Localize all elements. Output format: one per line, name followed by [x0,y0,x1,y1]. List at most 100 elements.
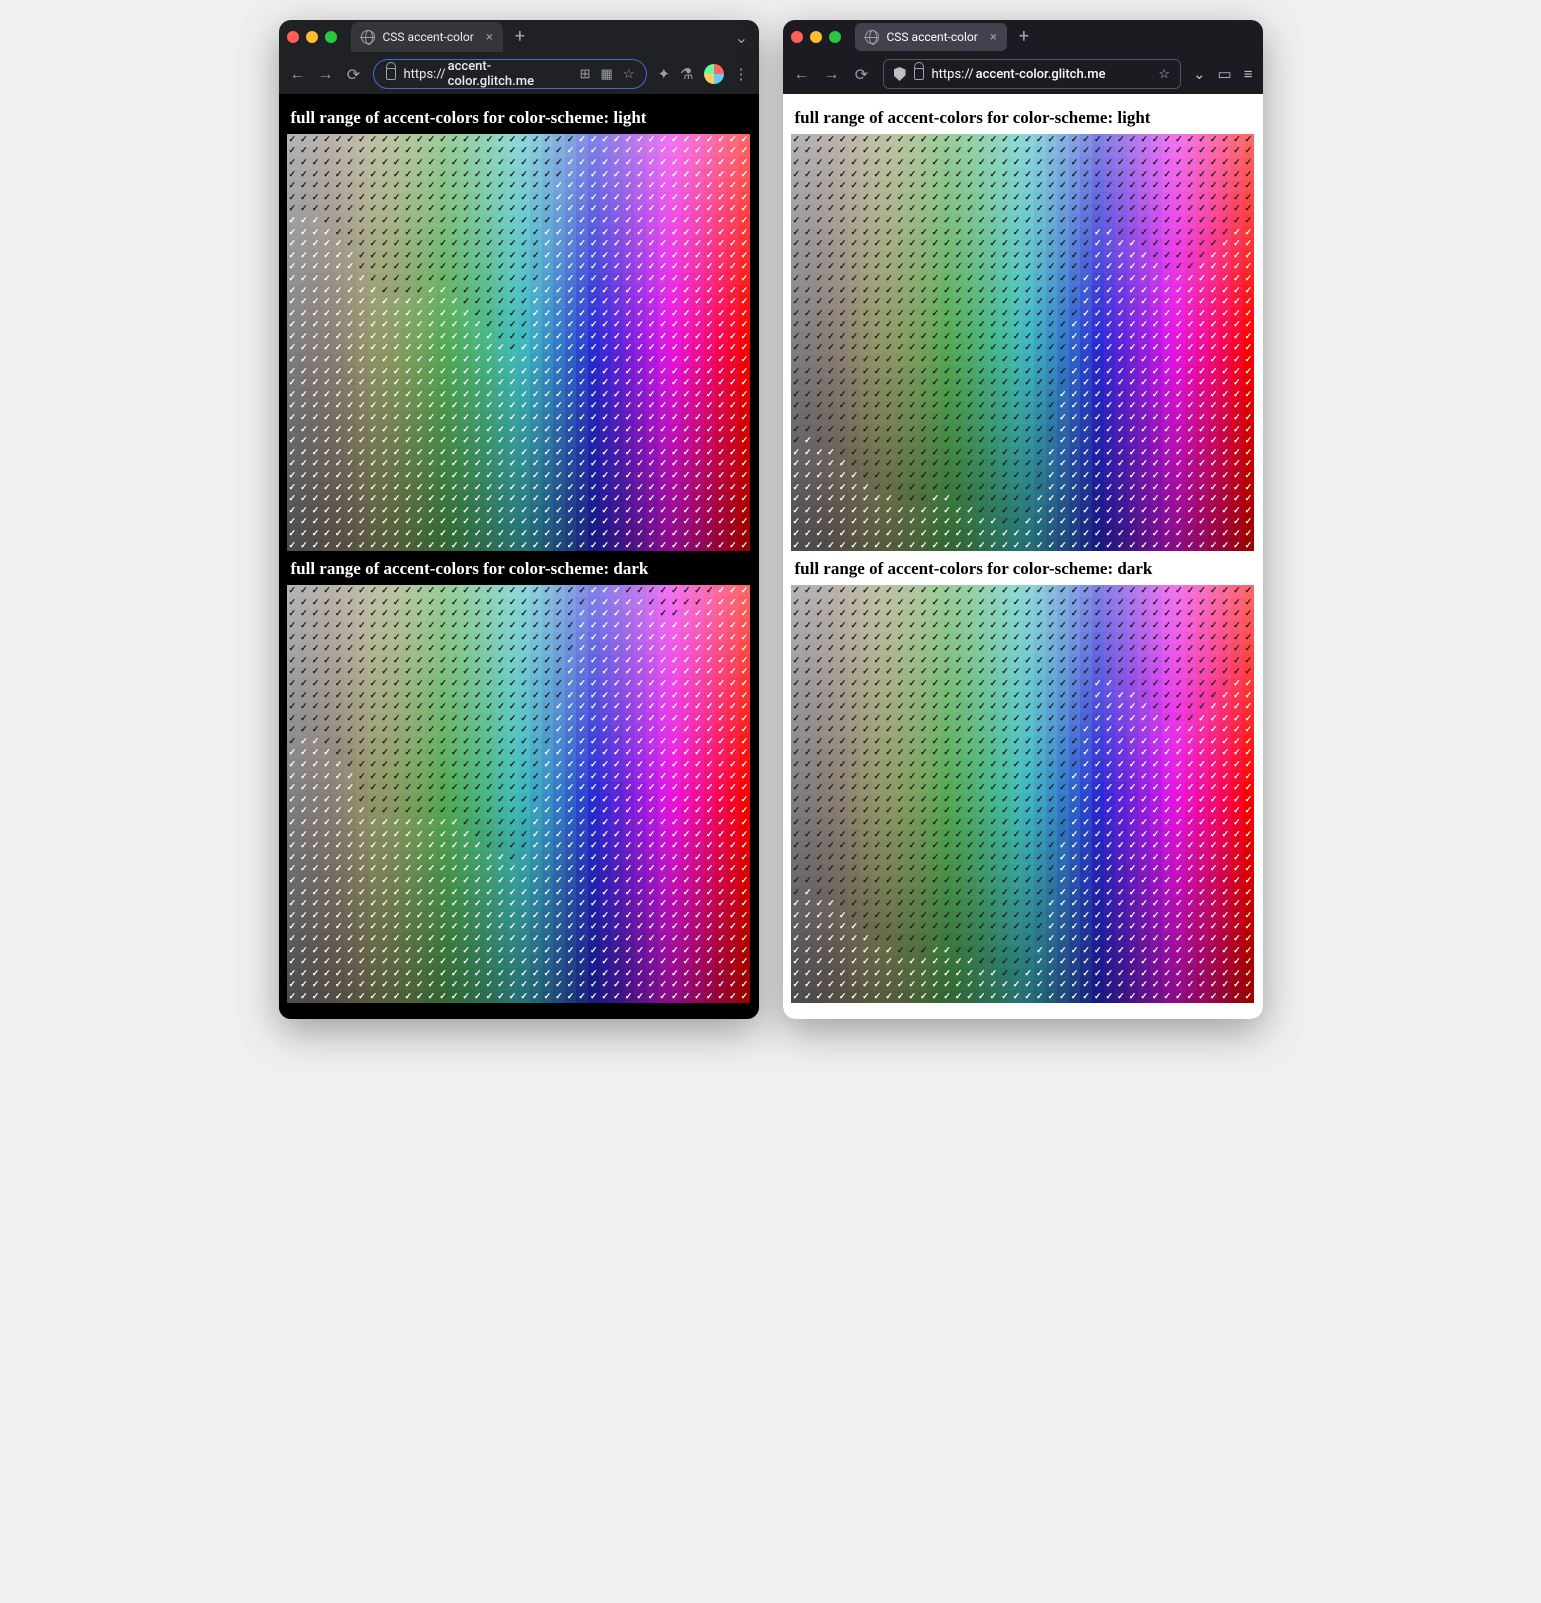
accent-swatch[interactable]: ✓ [518,447,530,459]
accent-swatch[interactable]: ✓ [484,343,496,355]
accent-swatch[interactable]: ✓ [848,146,860,158]
accent-swatch[interactable]: ✓ [379,377,391,389]
accent-swatch[interactable]: ✓ [1196,470,1208,482]
accent-swatch[interactable]: ✓ [321,354,333,366]
accent-swatch[interactable]: ✓ [1022,308,1034,320]
accent-swatch[interactable]: ✓ [1034,620,1046,632]
accent-swatch[interactable]: ✓ [611,180,623,192]
accent-swatch[interactable]: ✓ [918,192,930,204]
accent-swatch[interactable]: ✓ [310,887,322,899]
accent-swatch[interactable]: ✓ [802,180,814,192]
accent-swatch[interactable]: ✓ [611,192,623,204]
accent-swatch[interactable]: ✓ [1243,435,1255,447]
accent-swatch[interactable]: ✓ [1219,134,1231,146]
accent-swatch[interactable]: ✓ [704,470,716,482]
accent-swatch[interactable]: ✓ [379,169,391,181]
accent-swatch[interactable]: ✓ [321,134,333,146]
accent-swatch[interactable]: ✓ [495,366,507,378]
accent-swatch[interactable]: ✓ [646,701,658,713]
accent-swatch[interactable]: ✓ [895,505,907,517]
accent-swatch[interactable]: ✓ [553,898,565,910]
accent-swatch[interactable]: ✓ [287,910,299,922]
accent-swatch[interactable]: ✓ [1185,401,1197,413]
accent-swatch[interactable]: ✓ [484,435,496,447]
accent-swatch[interactable]: ✓ [310,585,322,597]
accent-swatch[interactable]: ✓ [1150,655,1162,667]
accent-swatch[interactable]: ✓ [727,817,739,829]
accent-swatch[interactable]: ✓ [310,806,322,818]
accent-swatch[interactable]: ✓ [495,343,507,355]
accent-swatch[interactable]: ✓ [1127,597,1139,609]
accent-swatch[interactable]: ✓ [860,366,872,378]
accent-swatch[interactable]: ✓ [1034,377,1046,389]
accent-swatch[interactable]: ✓ [391,933,403,945]
accent-swatch[interactable]: ✓ [837,643,849,655]
accent-swatch[interactable]: ✓ [1243,401,1255,413]
accent-swatch[interactable]: ✓ [999,667,1011,679]
accent-swatch[interactable]: ✓ [1069,377,1081,389]
accent-swatch[interactable]: ✓ [658,470,670,482]
accent-swatch[interactable]: ✓ [600,794,612,806]
accent-swatch[interactable]: ✓ [791,459,803,471]
accent-swatch[interactable]: ✓ [530,713,542,725]
accent-swatch[interactable]: ✓ [906,389,918,401]
accent-swatch[interactable]: ✓ [860,412,872,424]
accent-swatch[interactable]: ✓ [449,968,461,980]
accent-swatch[interactable]: ✓ [507,146,519,158]
accent-swatch[interactable]: ✓ [600,980,612,992]
accent-swatch[interactable]: ✓ [368,331,380,343]
accent-swatch[interactable]: ✓ [356,945,368,957]
accent-swatch[interactable]: ✓ [472,157,484,169]
accent-swatch[interactable]: ✓ [681,354,693,366]
back-button[interactable]: ← [289,64,307,84]
accent-swatch[interactable]: ✓ [895,134,907,146]
accent-swatch[interactable]: ✓ [553,424,565,436]
accent-swatch[interactable]: ✓ [391,134,403,146]
accent-swatch[interactable]: ✓ [600,701,612,713]
accent-swatch[interactable]: ✓ [941,215,953,227]
accent-swatch[interactable]: ✓ [553,204,565,216]
accent-swatch[interactable]: ✓ [611,238,623,250]
accent-swatch[interactable]: ✓ [646,377,658,389]
accent-swatch[interactable]: ✓ [1185,308,1197,320]
accent-swatch[interactable]: ✓ [391,308,403,320]
accent-swatch[interactable]: ✓ [634,308,646,320]
accent-swatch[interactable]: ✓ [715,713,727,725]
accent-swatch[interactable]: ✓ [368,620,380,632]
accent-swatch[interactable]: ✓ [1104,585,1116,597]
accent-swatch[interactable]: ✓ [964,493,976,505]
accent-swatch[interactable]: ✓ [414,945,426,957]
accent-swatch[interactable]: ✓ [999,227,1011,239]
accent-swatch[interactable]: ✓ [715,250,727,262]
accent-swatch[interactable]: ✓ [825,643,837,655]
accent-swatch[interactable]: ✓ [999,620,1011,632]
accent-swatch[interactable]: ✓ [600,632,612,644]
accent-swatch[interactable]: ✓ [356,620,368,632]
accent-swatch[interactable]: ✓ [611,829,623,841]
accent-swatch[interactable]: ✓ [391,690,403,702]
accent-swatch[interactable]: ✓ [1092,238,1104,250]
accent-swatch[interactable]: ✓ [611,887,623,899]
accent-swatch[interactable]: ✓ [976,285,988,297]
accent-swatch[interactable]: ✓ [883,585,895,597]
accent-swatch[interactable]: ✓ [1080,447,1092,459]
accent-swatch[interactable]: ✓ [1196,517,1208,529]
accent-swatch[interactable]: ✓ [460,632,472,644]
accent-swatch[interactable]: ✓ [825,308,837,320]
accent-swatch[interactable]: ✓ [1092,180,1104,192]
accent-swatch[interactable]: ✓ [1115,227,1127,239]
accent-swatch[interactable]: ✓ [692,540,704,552]
accent-swatch[interactable]: ✓ [310,320,322,332]
accent-swatch[interactable]: ✓ [681,296,693,308]
accent-swatch[interactable]: ✓ [472,794,484,806]
accent-swatch[interactable]: ✓ [1231,447,1243,459]
accent-swatch[interactable]: ✓ [565,412,577,424]
accent-swatch[interactable]: ✓ [426,655,438,667]
accent-swatch[interactable]: ✓ [1022,632,1034,644]
accent-swatch[interactable]: ✓ [1162,690,1174,702]
accent-swatch[interactable]: ✓ [402,273,414,285]
accent-swatch[interactable]: ✓ [895,517,907,529]
accent-swatch[interactable]: ✓ [1057,482,1069,494]
accent-swatch[interactable]: ✓ [1231,632,1243,644]
accent-swatch[interactable]: ✓ [1022,354,1034,366]
